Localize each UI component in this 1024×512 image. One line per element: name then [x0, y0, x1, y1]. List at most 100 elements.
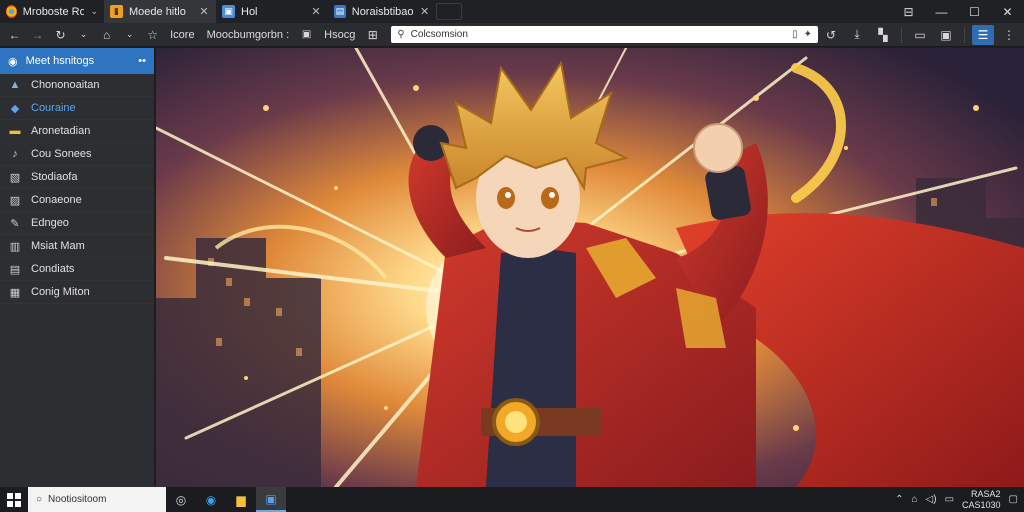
bookmark-blue-icon: ◆ [10, 102, 20, 115]
sidebar-item-7[interactable]: ✎ Edngeo [0, 212, 154, 235]
browser-logo-icon [6, 5, 17, 18]
apps-icon[interactable]: ⊞ [362, 25, 383, 45]
settings-card-icon: ▦ [9, 286, 21, 299]
close-tab-icon[interactable]: ✕ [419, 5, 430, 18]
tab-title: Noraisbtibaon [351, 5, 414, 18]
sidebar-item-1[interactable]: ▲ Chononoaitan [0, 74, 154, 97]
bookmark-icon[interactable]: ☆ [142, 25, 163, 45]
tab-strip: Mroboste Rosa ⌄ ▮ Moede hitlo ✕ ▣ Hol ✕ … [0, 0, 1024, 23]
divider [964, 26, 965, 43]
clock[interactable]: RASA2 CAS1030 [962, 489, 1001, 511]
sidebar-item-8[interactable]: ▥ Msiat Mam [0, 235, 154, 258]
tab-title: Moede hitlo [129, 5, 186, 18]
sidebar-header[interactable]: ◉ Meet hsnitogs •• [0, 48, 154, 74]
close-tab-icon[interactable]: ✕ [310, 5, 322, 18]
close-tab-icon[interactable]: ✕ [198, 5, 210, 18]
sidebar-item-5[interactable]: ▧ Stodiaofa [0, 166, 154, 189]
taskbar: ○ Nootiositoom ◎ ◉ ▆ ▣ ⌃ ⌂ ◁) ▭ RASA2 CA… [0, 487, 1024, 512]
sidebar-item-label: Couraine [31, 102, 76, 114]
collections-icon[interactable]: ▚ [872, 25, 894, 45]
refresh-icon[interactable]: ↻ [50, 25, 71, 45]
more-icon[interactable]: •• [138, 55, 146, 67]
tab-4[interactable]: ▤ Noraisbtibaon ✕ [328, 0, 436, 23]
music-icon: ♪ [12, 148, 18, 160]
back-icon[interactable]: ← [4, 25, 25, 45]
sidebar-item-label: Conig Miton [31, 286, 90, 298]
sidebar-item-6[interactable]: ▨ Conaeone [0, 189, 154, 212]
forward-icon[interactable]: → [27, 25, 48, 45]
start-button[interactable] [0, 487, 28, 512]
tab-title: Hol [241, 5, 258, 18]
page-icon: ▤ [9, 263, 21, 276]
raised-fist [693, 123, 743, 173]
file-explorer-icon[interactable]: ▆ [226, 487, 256, 512]
sidebar-header-label: Meet hsnitogs [25, 55, 95, 67]
folder-yellow-icon: ▬ [9, 125, 21, 137]
home-link[interactable]: Icore [165, 29, 199, 41]
chevron-up-icon[interactable]: ⌃ [895, 494, 903, 505]
close-window-button[interactable]: ✕ [991, 0, 1024, 23]
sidebar-item-label: Stodiaofa [31, 171, 78, 183]
home-icon[interactable]: ⌂ [96, 25, 117, 45]
image-icon: ▣ [222, 5, 235, 18]
taskbar-search-placeholder: Nootiositoom [48, 494, 107, 505]
sidebar: ◉ Meet hsnitogs •• ▲ Chononoaitan ◆ Cour… [0, 48, 155, 487]
sidebar-item-2[interactable]: ◆ Couraine [0, 97, 154, 120]
tab-search-icon[interactable]: ⊟ [892, 0, 925, 23]
menu-icon[interactable]: ☰ [972, 24, 994, 45]
sidebar-item-3[interactable]: ▬ Aronetadian [0, 120, 154, 143]
notification-icon[interactable]: ▢ [1009, 494, 1018, 505]
window-controls: ⊟ — ☐ ✕ [892, 0, 1024, 23]
sidebar-item-9[interactable]: ▤ Condiats [0, 258, 154, 281]
search-icon: ⚲ [397, 29, 405, 40]
extension-icon[interactable]: ✦ [804, 29, 812, 40]
speaker-icon[interactable]: ◁) [926, 494, 937, 505]
browser-logo-icon: ◉ [8, 55, 18, 68]
clock-date: CAS1030 [962, 499, 1001, 510]
sidebar-item-label: Edngeo [31, 217, 69, 229]
sidebar-item-10[interactable]: ▦ Conig Miton [0, 281, 154, 304]
minimize-button[interactable]: — [925, 0, 958, 23]
sidebar-item-4[interactable]: ♪ Cou Sonees [0, 143, 154, 166]
tab-title: Mroboste Rosa [22, 5, 85, 18]
tab-1[interactable]: Mroboste Rosa ⌄ [0, 0, 104, 23]
screen-icon[interactable]: ▭ [909, 25, 931, 45]
history-dropdown-icon[interactable]: ⌄ [73, 25, 94, 45]
windows-logo-icon [7, 492, 21, 507]
chevron-down-icon[interactable]: ⌄ [90, 6, 98, 17]
tab-3[interactable]: ▣ Hol ✕ [216, 0, 328, 23]
pin-icon[interactable]: ⤓ [846, 25, 868, 45]
photos-app-icon[interactable]: ▣ [256, 487, 286, 512]
reader-icon[interactable]: ▣ [296, 25, 317, 45]
reader-link[interactable]: Hsocg [319, 29, 360, 41]
document-icon: ▨ [9, 194, 21, 207]
lock-icon[interactable]: ▯ [792, 29, 798, 40]
edge-icon[interactable]: ◉ [196, 487, 226, 512]
more-icon[interactable]: ⋮ [998, 25, 1020, 45]
sidebar-item-label: Aronetadian [31, 125, 91, 137]
battery-icon[interactable]: ▭ [945, 494, 954, 505]
content-image [156, 48, 1024, 487]
folder-icon: ▮ [110, 5, 123, 18]
tab-2[interactable]: ▮ Moede hitlo ✕ [104, 0, 216, 23]
network-icon[interactable]: ⌂ [911, 494, 917, 505]
navigation-bar: ← → ↻ ⌄ ⌂ ⌄ ☆ Icore Moocbumgorbn : ▣ Hso… [0, 23, 1024, 47]
album-icon: ▧ [9, 171, 21, 184]
taskbar-search[interactable]: ○ Nootiositoom [28, 487, 166, 512]
book-icon: ▥ [9, 240, 21, 253]
breadcrumb[interactable]: Moocbumgorbn : [202, 29, 295, 41]
address-bar[interactable]: ⚲ Colcsomsion ▯ ✦ [391, 26, 818, 43]
anime-hero-illustration [156, 48, 1024, 487]
new-tab-button[interactable] [436, 3, 462, 20]
search-icon: ○ [36, 494, 43, 505]
sidebar-item-label: Msiat Mam [31, 240, 85, 252]
system-tray: ⌃ ⌂ ◁) ▭ RASA2 CAS1030 ▢ [895, 489, 1024, 511]
edit-icon: ✎ [10, 217, 20, 230]
sidebar-item-label: Conaeone [31, 194, 82, 206]
home-dropdown-icon[interactable]: ⌄ [119, 25, 140, 45]
profile-card-icon[interactable]: ▣ [935, 25, 957, 45]
maximize-button[interactable]: ☐ [958, 0, 991, 23]
task-view-icon[interactable]: ◎ [166, 487, 196, 512]
sync-icon[interactable]: ↺ [820, 25, 842, 45]
divider [901, 26, 902, 43]
